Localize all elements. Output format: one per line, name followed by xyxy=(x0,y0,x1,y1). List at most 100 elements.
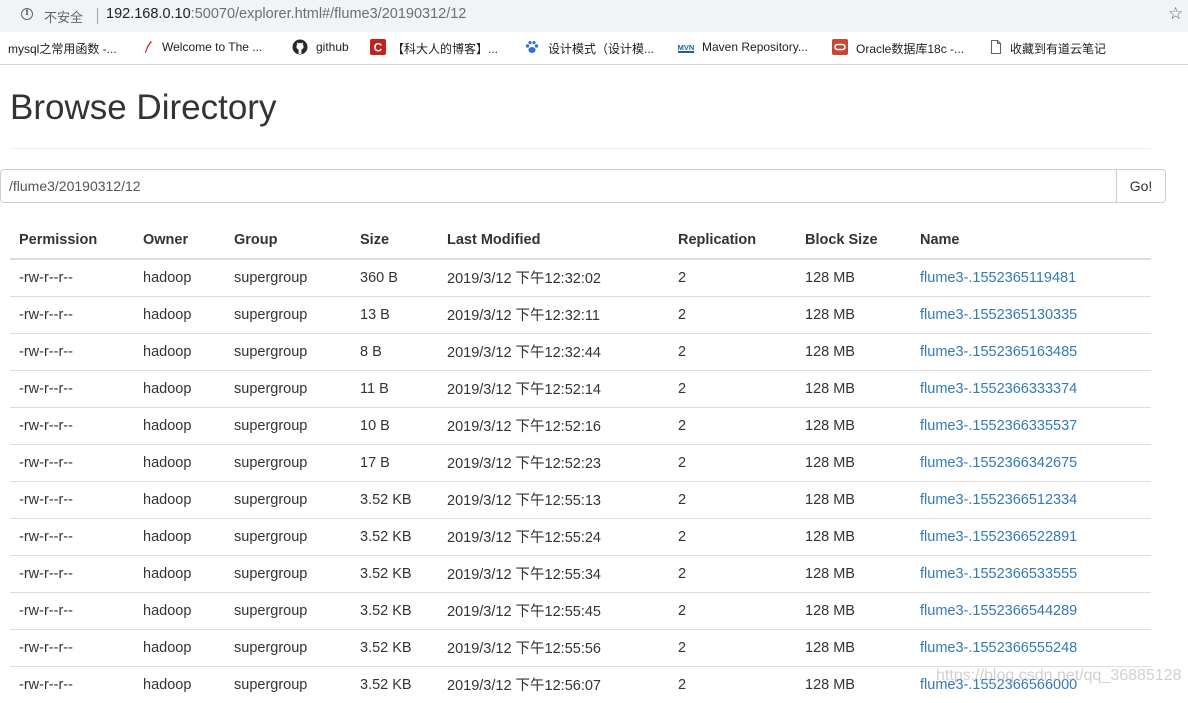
cell-group: supergroup xyxy=(225,369,351,407)
url-host: 192.168.0.10 xyxy=(106,6,191,22)
svg-text:MVN: MVN xyxy=(678,43,694,52)
file-name-link[interactable]: flume3-.1552365130335 xyxy=(920,307,1077,323)
cell-permission: -rw-r--r-- xyxy=(10,628,134,666)
bookmark-design-patterns[interactable]: 设计模式（设计模... xyxy=(548,40,654,57)
cell-modified: 2019/3/12 下午12:52:14 xyxy=(438,369,669,407)
cell-block-size: 128 MB xyxy=(796,406,911,444)
cell-owner: hadoop xyxy=(134,665,225,703)
cell-owner: hadoop xyxy=(134,517,225,555)
cell-block-size: 128 MB xyxy=(796,554,911,592)
file-name-link[interactable]: flume3-.1552366533555 xyxy=(920,566,1077,582)
directory-path-input[interactable] xyxy=(0,169,1117,203)
cell-name: flume3-.1552365119481 xyxy=(911,258,1151,296)
go-button[interactable]: Go! xyxy=(1116,169,1166,203)
directory-listing-table: Permission Owner Group Size Last Modifie… xyxy=(10,222,1151,703)
cell-owner: hadoop xyxy=(134,628,225,666)
cell-group: supergroup xyxy=(225,665,351,703)
cell-block-size: 128 MB xyxy=(796,480,911,518)
document-icon xyxy=(988,39,1004,55)
cell-permission: -rw-r--r-- xyxy=(10,517,134,555)
table-body: -rw-r--r-- hadoop supergroup 360 B 2019/3/12… xyxy=(10,258,1151,703)
cell-group: supergroup xyxy=(225,332,351,370)
cell-group: supergroup xyxy=(225,554,351,592)
cell-owner: hadoop xyxy=(134,554,225,592)
file-name-link[interactable]: flume3-.1552366342675 xyxy=(920,455,1077,471)
cell-owner: hadoop xyxy=(134,443,225,481)
cell-size: 3.52 KB xyxy=(351,554,438,592)
file-name-link[interactable]: flume3-.1552366333374 xyxy=(920,381,1077,397)
mvn-icon: MVN xyxy=(678,39,694,55)
cell-block-size: 128 MB xyxy=(796,295,911,333)
file-name-link[interactable]: flume3-.1552365119481 xyxy=(920,270,1076,286)
cell-group: supergroup xyxy=(225,517,351,555)
file-name-link[interactable]: flume3-.1552366555248 xyxy=(920,640,1077,656)
file-name-link[interactable]: flume3-.1552365163485 xyxy=(920,344,1077,360)
cell-size: 3.52 KB xyxy=(351,665,438,703)
file-name-link[interactable]: flume3-.1552366512334 xyxy=(920,492,1077,508)
table-row: -rw-r--r-- hadoop supergroup 360 B 2019/3/12… xyxy=(10,258,1151,296)
cell-size: 10 B xyxy=(351,406,438,444)
cell-permission: -rw-r--r-- xyxy=(10,295,134,333)
cell-block-size: 128 MB xyxy=(796,665,911,703)
svg-text:C: C xyxy=(374,41,383,55)
column-header-name[interactable]: Name xyxy=(911,222,1151,260)
column-header-last-modified[interactable]: Last Modified xyxy=(438,222,669,260)
cell-replication: 2 xyxy=(669,443,796,481)
cell-owner: hadoop xyxy=(134,295,225,333)
cell-name: flume3-.1552366335537 xyxy=(911,406,1151,444)
cell-owner: hadoop xyxy=(134,480,225,518)
bookmark-github[interactable]: github xyxy=(316,40,349,54)
cell-block-size: 128 MB xyxy=(796,332,911,370)
cell-name: flume3-.1552366522891 xyxy=(911,517,1151,555)
cell-name: flume3-.1552366533555 xyxy=(911,554,1151,592)
cell-modified: 2019/3/12 下午12:55:45 xyxy=(438,591,669,629)
bookmark-welcome[interactable]: Welcome to The ... xyxy=(162,40,262,54)
cell-permission: -rw-r--r-- xyxy=(10,332,134,370)
cell-modified: 2019/3/12 下午12:52:23 xyxy=(438,443,669,481)
cell-permission: -rw-r--r-- xyxy=(10,443,134,481)
bookmark-oracle[interactable]: Oracle数据库18c -... xyxy=(856,40,964,57)
column-header-owner[interactable]: Owner xyxy=(134,222,225,260)
bookmark-mysql-functions[interactable]: mysql之常用函数 -... xyxy=(8,40,117,57)
cell-name: flume3-.1552366555248 xyxy=(911,628,1151,666)
cell-size: 17 B xyxy=(351,443,438,481)
file-name-link[interactable]: flume3-.1552366522891 xyxy=(920,529,1077,545)
cell-modified: 2019/3/12 下午12:32:44 xyxy=(438,332,669,370)
url-text[interactable]: 192.168.0.10:50070/explorer.html#/flume3… xyxy=(106,6,466,22)
cell-permission: -rw-r--r-- xyxy=(10,554,134,592)
file-name-link[interactable]: flume3-.1552366566000 xyxy=(920,677,1077,693)
bookmark-star-icon[interactable]: ☆ xyxy=(1168,4,1183,24)
file-name-link[interactable]: flume3-.1552366335537 xyxy=(920,418,1077,434)
info-icon[interactable]: i xyxy=(21,8,33,20)
bookmark-youdao-note[interactable]: 收藏到有道云笔记 xyxy=(1010,40,1106,57)
cell-group: supergroup xyxy=(225,591,351,629)
bookmark-blog[interactable]: 【科大人的博客】... xyxy=(392,40,498,57)
table-row: -rw-r--r-- hadoop supergroup 17 B 2019/3/12 … xyxy=(10,443,1151,481)
address-separator xyxy=(97,8,98,24)
table-row: -rw-r--r-- hadoop supergroup 13 B 2019/3/12 … xyxy=(10,295,1151,333)
column-header-replication[interactable]: Replication xyxy=(669,222,796,260)
column-header-block-size[interactable]: Block Size xyxy=(796,222,911,260)
cell-size: 3.52 KB xyxy=(351,591,438,629)
file-name-link[interactable]: flume3-.1552366544289 xyxy=(920,603,1077,619)
cell-modified: 2019/3/12 下午12:56:07 xyxy=(438,665,669,703)
oracle-icon xyxy=(832,39,848,55)
table-row: -rw-r--r-- hadoop supergroup 3.52 KB 2019/3/… xyxy=(10,554,1151,592)
security-label[interactable]: 不安全 xyxy=(44,7,83,26)
bookmark-maven[interactable]: Maven Repository... xyxy=(702,40,808,54)
table-header-row: Permission Owner Group Size Last Modifie… xyxy=(10,222,1151,260)
column-header-size[interactable]: Size xyxy=(351,222,438,260)
cell-owner: hadoop xyxy=(134,332,225,370)
cell-size: 3.52 KB xyxy=(351,517,438,555)
cell-permission: -rw-r--r-- xyxy=(10,665,134,703)
cell-name: flume3-.1552366342675 xyxy=(911,443,1151,481)
column-header-permission[interactable]: Permission xyxy=(10,222,134,260)
cell-group: supergroup xyxy=(225,480,351,518)
cell-block-size: 128 MB xyxy=(796,628,911,666)
column-header-group[interactable]: Group xyxy=(225,222,351,260)
cell-replication: 2 xyxy=(669,665,796,703)
table-row: -rw-r--r-- hadoop supergroup 11 B 2019/3/12 … xyxy=(10,369,1151,407)
table-row: -rw-r--r-- hadoop supergroup 3.52 KB 2019/3/… xyxy=(10,628,1151,666)
cell-replication: 2 xyxy=(669,406,796,444)
cell-replication: 2 xyxy=(669,332,796,370)
